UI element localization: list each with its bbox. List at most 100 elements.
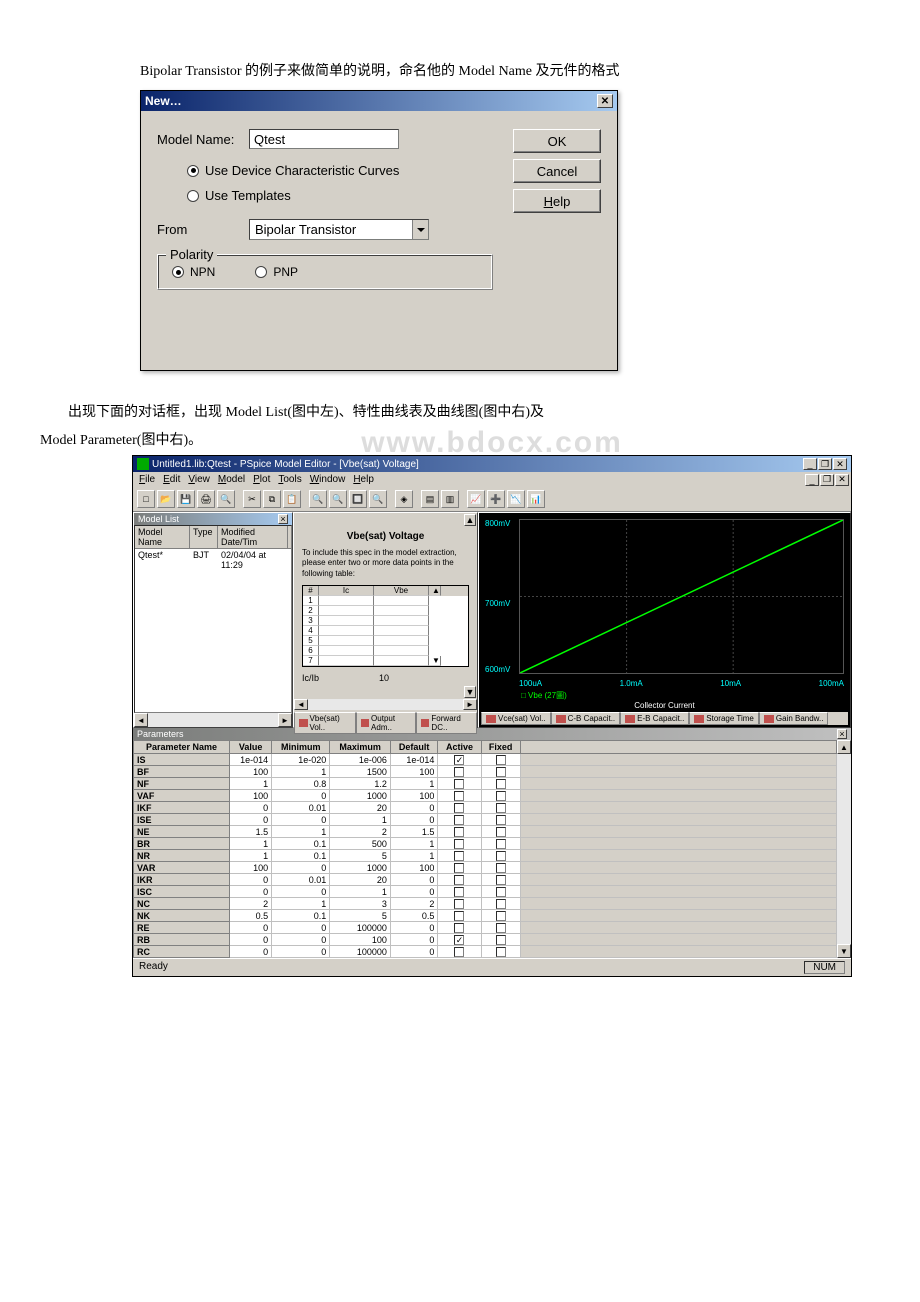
checkbox-active[interactable]	[454, 767, 464, 777]
column-header[interactable]: Model Name	[135, 526, 190, 548]
radio-npn[interactable]: NPN	[172, 265, 215, 279]
table-row[interactable]: NR10.151	[134, 850, 837, 862]
zoomin-icon[interactable]: 🔍	[309, 490, 327, 508]
checkbox-active[interactable]	[454, 815, 464, 825]
panel-close-icon[interactable]: ×	[837, 729, 847, 739]
radio-pnp[interactable]: PNP	[255, 265, 298, 279]
scroll-down-icon[interactable]: ▼	[429, 656, 441, 666]
checkbox-fixed[interactable]	[496, 875, 506, 885]
checkbox-active[interactable]	[454, 851, 464, 861]
radio-use-templates[interactable]: Use Templates	[157, 188, 493, 203]
menu-model[interactable]: Model	[218, 474, 245, 485]
spec-data-table[interactable]: # Ic Vbe ▲ 1 2 3 4 5 6 7▼	[302, 585, 469, 667]
close-icon[interactable]: ✕	[833, 458, 847, 470]
tool-icon[interactable]: ◈	[395, 490, 413, 508]
table-row[interactable]: RC001000000	[134, 946, 837, 958]
checkbox-active[interactable]	[454, 863, 464, 873]
column-header[interactable]: Type	[190, 526, 218, 548]
ok-button[interactable]: OK	[513, 129, 601, 153]
mdi-close-icon[interactable]: ✕	[835, 474, 849, 486]
menu-tools[interactable]: Tools	[278, 474, 301, 485]
tab[interactable]: E-B Capacit..	[620, 712, 689, 725]
zoomout-icon[interactable]: 🔍	[329, 490, 347, 508]
table-row[interactable]: BF10011500100	[134, 766, 837, 778]
checkbox-active[interactable]	[454, 791, 464, 801]
model-name-input[interactable]	[249, 129, 399, 149]
zoomfit-icon[interactable]: 🔍	[369, 490, 387, 508]
checkbox-active[interactable]	[454, 947, 464, 957]
chart4-icon[interactable]: 📊	[527, 490, 545, 508]
table-row[interactable]: NK0.50.150.5	[134, 910, 837, 922]
table-row[interactable]: ISC0010	[134, 886, 837, 898]
checkbox-fixed[interactable]	[496, 839, 506, 849]
cancel-button[interactable]: Cancel	[513, 159, 601, 183]
log-icon[interactable]: ▤	[421, 490, 439, 508]
checkbox-active[interactable]	[454, 911, 464, 921]
print-icon[interactable]: 🖨	[197, 490, 215, 508]
column-header[interactable]: Fixed	[481, 741, 520, 754]
table-row[interactable]: VAF10001000100	[134, 790, 837, 802]
panel-close-icon[interactable]: ×	[278, 514, 288, 524]
chart-icon[interactable]: 📈	[467, 490, 485, 508]
checkbox-fixed[interactable]	[496, 899, 506, 909]
column-header[interactable]: Modified Date/Tim	[218, 526, 288, 548]
menu-help[interactable]: Help	[353, 474, 374, 485]
checkbox-fixed[interactable]	[496, 851, 506, 861]
checkbox-fixed[interactable]	[496, 791, 506, 801]
parameters-table[interactable]: Parameter NameValueMinimumMaximumDefault…	[133, 740, 837, 958]
checkbox-active[interactable]	[454, 923, 464, 933]
checkbox-fixed[interactable]	[496, 815, 506, 825]
mdi-minimize-icon[interactable]: _	[805, 474, 819, 486]
checkbox-fixed[interactable]	[496, 827, 506, 837]
menu-window[interactable]: Window	[310, 474, 346, 485]
checkbox-fixed[interactable]	[496, 767, 506, 777]
column-header[interactable]: Minimum	[272, 741, 330, 754]
tab[interactable]: Forward DC..	[416, 712, 477, 734]
column-header[interactable]: Value	[230, 741, 272, 754]
table-row[interactable]: IS1e-0141e-0201e-0061e-014	[134, 754, 837, 766]
close-icon[interactable]: ✕	[597, 94, 613, 108]
paste-icon[interactable]: 📋	[283, 490, 301, 508]
table-row[interactable]: RB001000	[134, 934, 837, 946]
help-button[interactable]: Help	[513, 189, 601, 213]
checkbox-fixed[interactable]	[496, 935, 506, 945]
checkbox-active[interactable]	[454, 803, 464, 813]
scroll-up-icon[interactable]: ▲	[837, 740, 851, 754]
save-icon[interactable]: 💾	[177, 490, 195, 508]
menu-file[interactable]: File	[139, 474, 155, 485]
tab[interactable]: Vbe(sat) Vol..	[294, 712, 356, 734]
column-header[interactable]: Parameter Name	[134, 741, 230, 754]
copy-icon[interactable]: ⧉	[263, 490, 281, 508]
checkbox-fixed[interactable]	[496, 755, 506, 765]
vbe-chart[interactable]: 800mV 700mV 600mV 100uA 1.0mA	[481, 515, 848, 690]
minimize-icon[interactable]: _	[803, 458, 817, 470]
maximize-icon[interactable]: ❐	[818, 458, 832, 470]
checkbox-fixed[interactable]	[496, 923, 506, 933]
checkbox-active[interactable]	[454, 899, 464, 909]
table-row[interactable]: BR10.15001	[134, 838, 837, 850]
checkbox-active[interactable]	[454, 779, 464, 789]
table-row[interactable]: VAR10001000100	[134, 862, 837, 874]
table-row[interactable]: IKR00.01200	[134, 874, 837, 886]
scroll-down-icon[interactable]: ▼	[464, 686, 476, 698]
scroll-left-icon[interactable]: ◄	[294, 699, 308, 710]
scroll-right-icon[interactable]: ►	[278, 713, 292, 727]
chevron-down-icon[interactable]	[412, 220, 428, 239]
checkbox-fixed[interactable]	[496, 887, 506, 897]
menu-plot[interactable]: Plot	[253, 474, 270, 485]
checkbox-active[interactable]	[454, 887, 464, 897]
scrollbar-track[interactable]	[308, 699, 463, 710]
checkbox-active[interactable]	[454, 839, 464, 849]
column-header[interactable]: Default	[390, 741, 437, 754]
scroll-up-icon[interactable]: ▲	[464, 514, 476, 526]
chart3-icon[interactable]: 📉	[507, 490, 525, 508]
new-icon[interactable]: □	[137, 490, 155, 508]
menu-edit[interactable]: Edit	[163, 474, 180, 485]
scroll-up-icon[interactable]: ▲	[429, 586, 441, 596]
preview-icon[interactable]: 🔍	[217, 490, 235, 508]
table-row[interactable]: NC2132	[134, 898, 837, 910]
scrollbar-track[interactable]	[148, 713, 278, 727]
checkbox-active[interactable]	[454, 875, 464, 885]
table-row[interactable]: NF10.81.21	[134, 778, 837, 790]
radio-use-curves[interactable]: Use Device Characteristic Curves	[157, 163, 493, 178]
